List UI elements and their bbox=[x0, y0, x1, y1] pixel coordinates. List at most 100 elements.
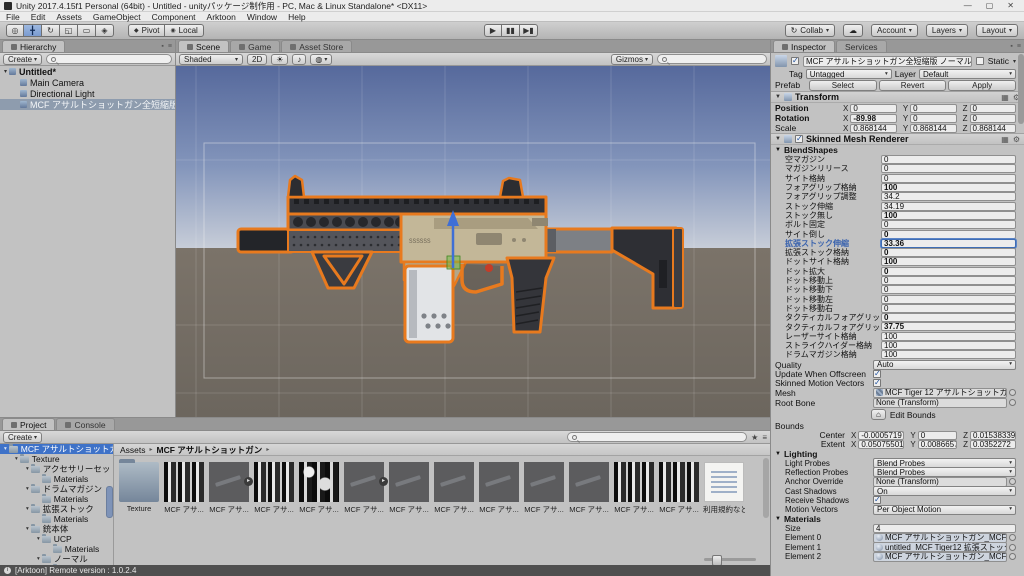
update-offscreen-checkbox[interactable] bbox=[873, 370, 881, 378]
tab-console[interactable]: Console bbox=[56, 418, 114, 430]
minimize-button[interactable]: — bbox=[964, 1, 972, 10]
object-picker-icon[interactable] bbox=[1009, 399, 1016, 406]
transform-tool-icon[interactable]: ◈ bbox=[96, 24, 114, 37]
extent-z-field[interactable]: 0.0352272 bbox=[970, 440, 1016, 449]
fold-arrow-icon[interactable]: ▾ bbox=[26, 526, 29, 532]
rotation-y-field[interactable]: 0 bbox=[910, 114, 956, 123]
blendshapes-fold-icon[interactable]: ▼ bbox=[775, 147, 781, 153]
2d-toggle[interactable]: 2D bbox=[247, 54, 267, 65]
hierarchy-item[interactable]: ▾ Untitled* bbox=[0, 66, 175, 77]
scene-audio-toggle[interactable]: ♪ bbox=[292, 54, 306, 65]
blendshape-value-field[interactable]: 0 bbox=[881, 313, 1016, 322]
rotation-z-field[interactable]: 0 bbox=[970, 114, 1016, 123]
asset-item[interactable]: Texture bbox=[118, 462, 160, 513]
asset-thumbnail[interactable] bbox=[164, 462, 204, 502]
hierarchy-create-button[interactable]: Create▾ bbox=[3, 54, 42, 65]
blendshape-value-field[interactable]: 0 bbox=[881, 267, 1016, 276]
project-tree-item[interactable]: ▾ Materials bbox=[0, 494, 113, 504]
tab-asset-store[interactable]: Asset Store bbox=[281, 40, 352, 52]
object-picker-icon[interactable] bbox=[1009, 553, 1016, 560]
asset-zoom-slider[interactable] bbox=[704, 558, 756, 561]
blendshape-value-field[interactable]: 0 bbox=[881, 304, 1016, 313]
project-tree-item[interactable]: ▾ Materials bbox=[0, 514, 113, 524]
position-z-field[interactable]: 0 bbox=[970, 104, 1016, 113]
blendshape-value-field[interactable]: 0 bbox=[881, 164, 1016, 173]
asset-thumbnail[interactable] bbox=[614, 462, 654, 502]
blendshape-value-field[interactable]: 0 bbox=[881, 220, 1016, 229]
maximize-button[interactable]: ▢ bbox=[986, 1, 994, 10]
menu-item[interactable]: Assets bbox=[56, 12, 82, 22]
center-y-field[interactable]: 0 bbox=[918, 431, 957, 440]
gear-icon[interactable]: ⚙ bbox=[1013, 135, 1020, 144]
move-tool-icon[interactable]: ╋ bbox=[24, 24, 42, 37]
object-picker-icon[interactable] bbox=[1009, 544, 1016, 551]
blendshape-value-field[interactable]: 100 bbox=[881, 341, 1016, 350]
scene-lighting-toggle[interactable]: ☀ bbox=[271, 54, 288, 65]
transform-header[interactable]: ▼ Transform ▦⚙ bbox=[771, 91, 1024, 103]
panel-menu-icon[interactable]: ≡ bbox=[168, 43, 172, 50]
project-tree-item[interactable]: ▾ Materials bbox=[0, 474, 113, 484]
scene-search-input[interactable] bbox=[657, 54, 767, 64]
project-tree-item[interactable]: ▾ アクセサリーセット 1 bbox=[0, 464, 113, 474]
asset-thumbnail[interactable] bbox=[119, 462, 159, 502]
play-button[interactable]: ▶ bbox=[484, 24, 502, 37]
blendshape-value-field[interactable]: 37.75 bbox=[881, 322, 1016, 331]
breadcrumb-root[interactable]: Assets bbox=[120, 445, 146, 455]
object-picker-icon[interactable] bbox=[1009, 478, 1016, 485]
status-bar[interactable]: i [Arktoon] Remote version : 1.0.2.4 bbox=[0, 565, 770, 576]
asset-item[interactable]: MCF アサ... bbox=[433, 462, 475, 515]
blendshape-value-field[interactable]: 100 bbox=[881, 183, 1016, 192]
hierarchy-item[interactable]: ▾ Directional Light bbox=[0, 88, 175, 99]
prefab-revert-button[interactable]: Revert bbox=[879, 80, 947, 91]
lighting-fold-icon[interactable]: ▼ bbox=[775, 451, 781, 457]
receive-shadows-checkbox[interactable] bbox=[873, 496, 881, 504]
menu-item[interactable]: Edit bbox=[31, 12, 46, 22]
center-z-field[interactable]: 0.01538339 bbox=[970, 431, 1016, 440]
tag-dropdown[interactable]: Untagged▾ bbox=[806, 69, 892, 79]
asset-item[interactable]: 利用規約など bbox=[703, 462, 745, 515]
tab-hierarchy[interactable]: Hierarchy bbox=[2, 40, 65, 52]
blendshape-value-field[interactable]: 100 bbox=[881, 211, 1016, 220]
close-button[interactable]: ✕ bbox=[1007, 1, 1014, 10]
project-tree-item[interactable]: ▾ Materials bbox=[0, 544, 113, 554]
lock-icon[interactable]: ▪ bbox=[161, 43, 163, 50]
local-toggle[interactable]: ◉Local bbox=[164, 24, 203, 37]
blendshape-value-field[interactable]: 0 bbox=[881, 285, 1016, 294]
edit-bounds-button[interactable]: ⌂ bbox=[871, 409, 886, 420]
scale-y-field[interactable]: 0.868144 bbox=[910, 124, 956, 133]
blendshape-value-field[interactable]: 0 bbox=[881, 295, 1016, 304]
layers-button[interactable]: Layers ▾ bbox=[926, 24, 968, 37]
fold-arrow-icon[interactable]: ▾ bbox=[26, 506, 29, 512]
project-tree-scrollbar[interactable] bbox=[106, 486, 113, 518]
asset-thumbnail[interactable] bbox=[569, 462, 609, 502]
root-bone-field[interactable]: None (Transform) bbox=[873, 398, 1007, 408]
scene-fx-dropdown[interactable]: ◍▾ bbox=[310, 54, 332, 65]
object-name-field[interactable]: MCF アサルトショットガン全短縮版 ノーマル bbox=[803, 56, 972, 67]
tab-scene[interactable]: Scene bbox=[178, 40, 229, 52]
project-tree-item[interactable]: ▾ Texture bbox=[0, 454, 113, 464]
material-object-field[interactable]: untitled_MCF Tiger12 拡張ストック_Albedo1 bbox=[873, 542, 1007, 552]
quality-dropdown[interactable]: Auto▾ bbox=[873, 360, 1016, 370]
asset-item[interactable]: MCF アサ... bbox=[523, 462, 565, 515]
blendshape-value-field[interactable]: 0 bbox=[881, 276, 1016, 285]
hand-tool-icon[interactable]: ◎ bbox=[6, 24, 24, 37]
fold-arrow-icon[interactable]: ▾ bbox=[37, 556, 40, 562]
asset-item[interactable]: MCF アサ... bbox=[388, 462, 430, 515]
account-button[interactable]: Account ▾ bbox=[871, 24, 918, 37]
project-tree-item[interactable]: ▾ UCP bbox=[0, 534, 113, 544]
hierarchy-item[interactable]: ▾ Main Camera bbox=[0, 77, 175, 88]
scale-z-field[interactable]: 0.868144 bbox=[970, 124, 1016, 133]
blendshape-value-field[interactable]: 34.19 bbox=[881, 202, 1016, 211]
pivot-toggle[interactable]: ◆Pivot bbox=[128, 24, 164, 37]
scale-x-field[interactable]: 0.868144 bbox=[850, 124, 896, 133]
motion-vectors-dropdown[interactable]: Per Object Motion▾ bbox=[873, 505, 1016, 515]
presets-icon[interactable]: ▦ bbox=[1001, 93, 1009, 102]
position-x-field[interactable]: 0 bbox=[850, 104, 896, 113]
fold-arrow-icon[interactable]: ▾ bbox=[15, 456, 18, 462]
fold-arrow-icon[interactable]: ▾ bbox=[4, 446, 7, 452]
prefab-apply-button[interactable]: Apply bbox=[948, 80, 1016, 91]
asset-item[interactable]: MCF アサ... bbox=[613, 462, 655, 515]
blendshape-value-field[interactable]: 100 bbox=[881, 257, 1016, 266]
panel-menu-icon[interactable]: ≡ bbox=[1017, 43, 1021, 50]
hierarchy-item[interactable]: ▾ MCF アサルトショットガン全短縮版 ノーマル bbox=[0, 99, 175, 110]
